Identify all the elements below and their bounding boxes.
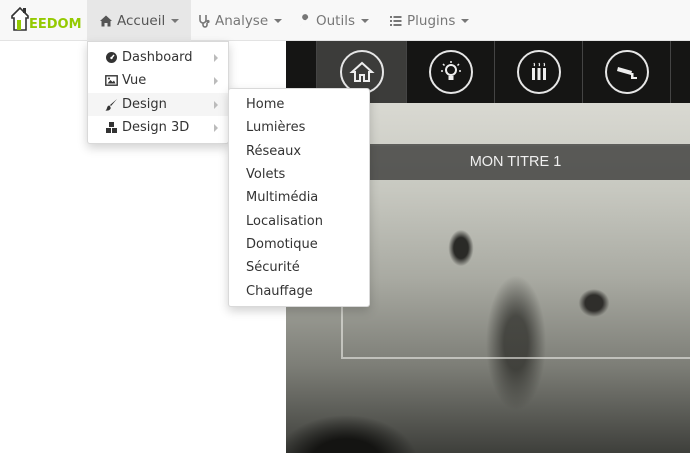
nav-analyse[interactable]: Analyse: [185, 0, 294, 41]
nav-outils-label: Outils: [316, 12, 356, 29]
lightbulb-icon: [440, 61, 461, 80]
nav-outils[interactable]: Outils: [286, 0, 381, 41]
submenu-item-volets[interactable]: Volets: [229, 163, 369, 186]
menu-item-label: Design 3D: [122, 120, 190, 136]
nav-plugins-label: Plugins: [407, 12, 456, 29]
chevron-down-icon: [274, 18, 283, 23]
chevron-down-icon: [461, 18, 470, 23]
top-navbar: EEDOM Accueil Analyse Outils Plugins: [0, 0, 690, 41]
submenu-item-home[interactable]: Home: [229, 93, 369, 116]
submenu-item-reseaux[interactable]: Réseaux: [229, 140, 369, 163]
nav-plugins[interactable]: Plugins: [377, 0, 481, 41]
submenu-item-multimedia[interactable]: Multimédia: [229, 186, 369, 209]
menu-item-design[interactable]: Design: [88, 92, 228, 116]
picture-icon: [105, 75, 118, 87]
jeedom-logo[interactable]: EEDOM: [9, 6, 82, 36]
menu-item-dashboard[interactable]: Dashboard: [88, 46, 228, 69]
chevron-right-icon: [214, 54, 218, 62]
menu-item-vue[interactable]: Vue: [88, 69, 228, 92]
nav-accueil-label: Accueil: [117, 12, 166, 29]
submenu-item-chauffage[interactable]: Chauffage: [229, 279, 369, 302]
radiator-icon: [531, 62, 546, 80]
menu-item-label: Vue: [122, 73, 147, 89]
design-icon-cell-radiator[interactable]: [494, 41, 582, 103]
submenu-item-securite[interactable]: Sécurité: [229, 256, 369, 279]
nav-accueil[interactable]: Accueil: [87, 0, 192, 41]
chevron-right-icon: [214, 100, 218, 109]
cubes-icon: [106, 122, 117, 134]
menu-item-label: Design: [122, 96, 167, 112]
accueil-dropdown-menu: Dashboard Vue Design Design 3D: [87, 41, 229, 144]
stethoscope-icon: [199, 14, 210, 28]
nav-analyse-label: Analyse: [215, 12, 269, 29]
menu-item-label: Dashboard: [122, 50, 193, 66]
chevron-right-icon: [214, 123, 218, 132]
house-icon: [348, 61, 375, 82]
camera-icon: [616, 67, 637, 79]
design-submenu: Home Lumières Réseaux Volets Multimédia …: [228, 88, 370, 307]
dashboard-icon: [106, 52, 117, 64]
design-icon-cell-partial: [670, 41, 690, 103]
submenu-item-lumieres[interactable]: Lumières: [229, 116, 369, 139]
chevron-right-icon: [214, 77, 218, 86]
logo-text: EEDOM: [29, 17, 82, 32]
wrench-icon: [300, 13, 309, 26]
design-icon-cell-light[interactable]: [406, 41, 494, 103]
logo-house-icon: [11, 6, 29, 31]
home-icon: [100, 15, 112, 26]
paintbrush-icon: [105, 98, 117, 111]
design-panel-title: MON TITRE 1: [341, 144, 690, 180]
menu-item-design-3d[interactable]: Design 3D: [88, 116, 228, 139]
design-icon-cell-camera[interactable]: [582, 41, 670, 103]
submenu-item-localisation[interactable]: Localisation: [229, 209, 369, 232]
chevron-down-icon: [171, 18, 180, 23]
chevron-down-icon: [361, 18, 370, 23]
list-icon: [390, 15, 402, 26]
submenu-item-domotique[interactable]: Domotique: [229, 233, 369, 256]
